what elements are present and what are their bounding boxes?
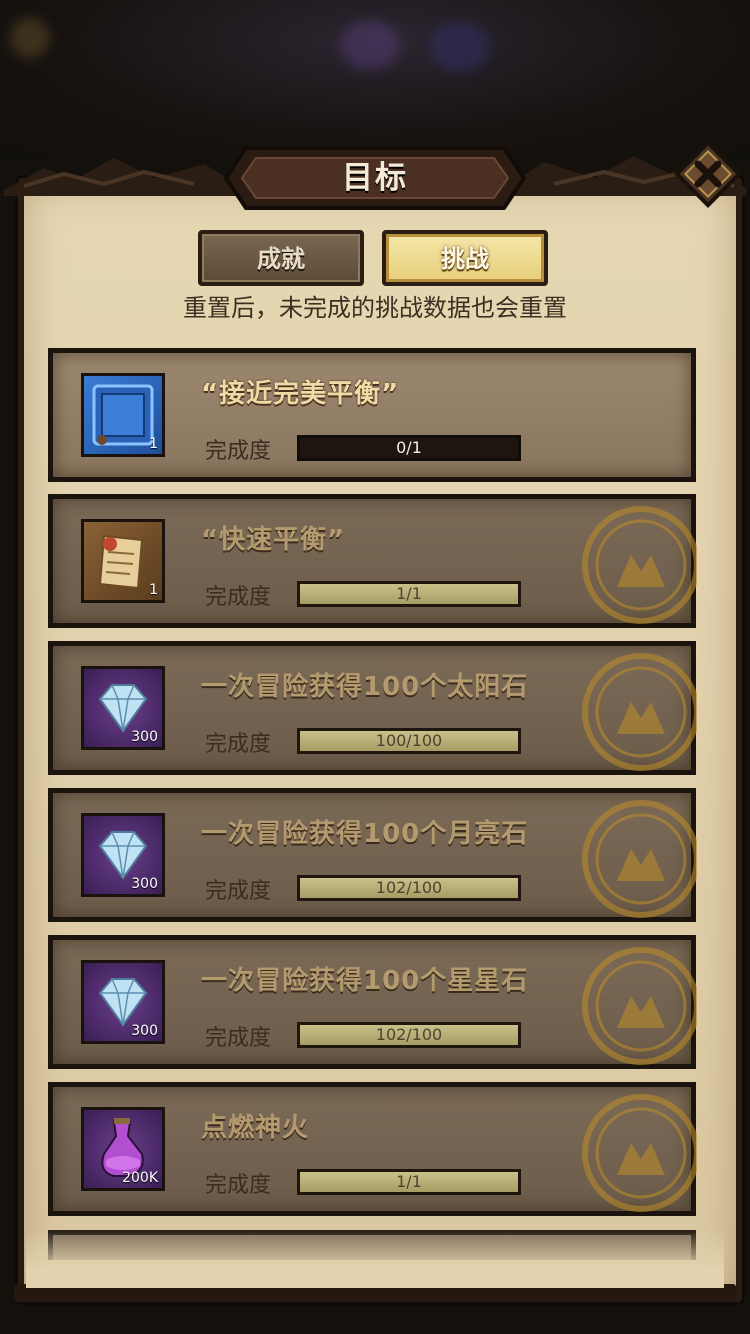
completed-seal-icon: [582, 1094, 697, 1212]
progress-text: 102/100: [375, 1025, 443, 1044]
progress-text: 102/100: [375, 878, 443, 897]
completed-seal-icon: [582, 800, 697, 918]
progress-text: 1/1: [396, 1172, 422, 1191]
reward-count: 1: [149, 582, 158, 598]
challenge-card[interactable]: 300 一次冒险获得100个星星石 完成度 102/100: [48, 935, 697, 1069]
progress-bar: 1/1: [297, 581, 521, 607]
reward-icon-box: 300: [81, 960, 165, 1044]
challenge-card[interactable]: 1 “接近完美平衡” 完成度 0/1: [48, 348, 696, 482]
reward-count: 300: [131, 729, 158, 745]
progress-bar: 0/1: [297, 435, 521, 461]
challenge-card[interactable]: 300 一次冒险获得100个太阳石 完成度 100/100: [48, 641, 697, 775]
challenge-title: “接近完美平衡”: [201, 379, 400, 409]
progress-label: 完成度: [205, 585, 272, 610]
progress-text: 100/100: [375, 731, 443, 750]
reward-icon-box: 300: [81, 666, 165, 750]
reward-count: 300: [131, 876, 158, 892]
reward-count: 1: [149, 436, 158, 452]
challenge-title: “快速平衡”: [201, 525, 346, 555]
reward-count: 300: [131, 1023, 158, 1039]
challenge-card[interactable]: 200K 点燃神火 完成度 1/1: [48, 1082, 697, 1216]
challenge-title: 点燃神火: [201, 1113, 310, 1143]
challenge-title: 一次冒险获得100个星星石: [201, 966, 529, 996]
progress-label: 完成度: [205, 439, 272, 464]
progress-label: 完成度: [205, 1026, 272, 1051]
progress-bar: 100/100: [297, 728, 521, 754]
reward-icon-box: 1: [81, 373, 165, 457]
progress-text: 0/1: [396, 438, 422, 457]
reward-icon-box: 300: [81, 813, 165, 897]
progress-text: 1/1: [396, 584, 422, 603]
progress-label: 完成度: [205, 732, 272, 757]
progress-bar: 102/100: [297, 1022, 521, 1048]
challenge-card[interactable]: 300 一次冒险获得100个月亮石 完成度 102/100: [48, 788, 697, 922]
completed-seal-icon: [582, 506, 697, 624]
challenge-title: 一次冒险获得100个太阳石: [201, 672, 529, 702]
completed-seal-icon: [582, 653, 697, 771]
completed-seal-icon: [582, 947, 697, 1065]
challenge-list[interactable]: 1 “接近完美平衡” 完成度 0/1 1 “快速平衡” 完成度 1/1 300 …: [0, 0, 750, 1334]
reward-icon-box: 1: [81, 519, 165, 603]
reward-icon-box: 200K: [81, 1107, 165, 1191]
challenge-title: 一次冒险获得100个月亮石: [201, 819, 529, 849]
progress-bar: 102/100: [297, 875, 521, 901]
list-fade: [26, 1228, 724, 1288]
progress-bar: 1/1: [297, 1169, 521, 1195]
challenge-card[interactable]: 1 “快速平衡” 完成度 1/1: [48, 494, 697, 628]
progress-label: 完成度: [205, 879, 272, 904]
progress-label: 完成度: [205, 1173, 272, 1198]
reward-count: 200K: [122, 1170, 158, 1186]
